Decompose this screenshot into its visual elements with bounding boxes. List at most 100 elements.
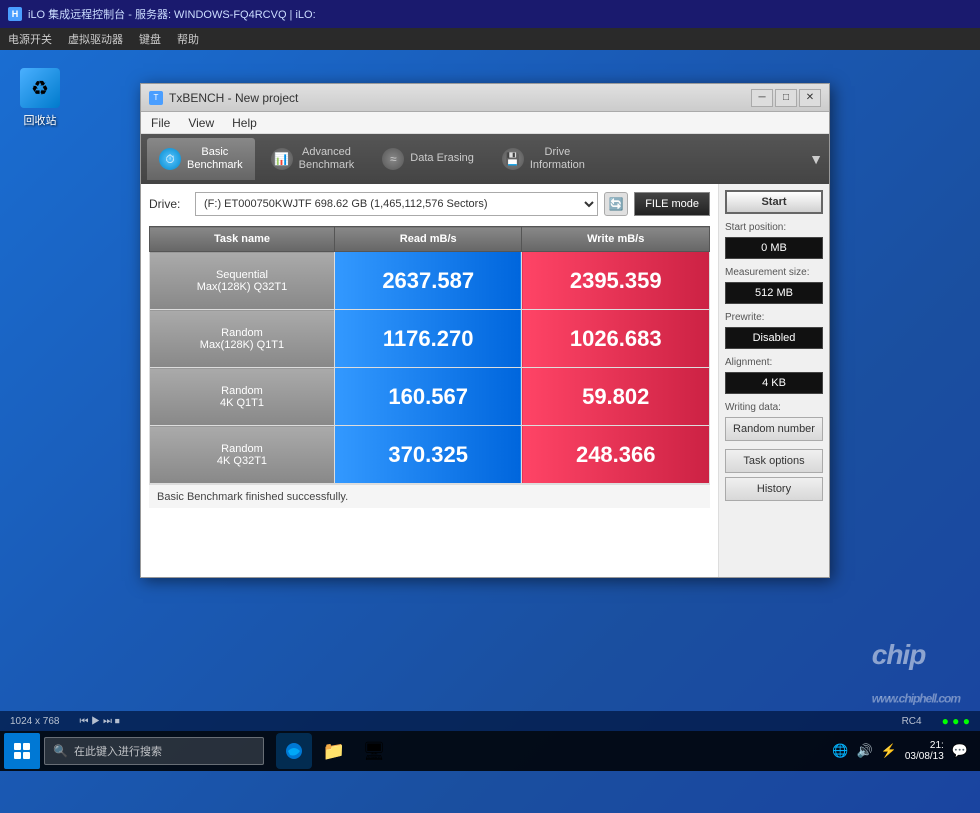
history-button[interactable]: History: [725, 477, 823, 501]
toolbar-arrow[interactable]: ▼: [809, 151, 823, 167]
alignment-label: Alignment:: [725, 357, 823, 368]
menu-view[interactable]: View: [184, 114, 218, 132]
app-window: T TxBENCH - New project ─ □ ✕ File View …: [140, 83, 830, 578]
table-row: Random4K Q32T1 370.325 248.366: [150, 426, 710, 484]
app-icon: T: [149, 91, 163, 105]
recycle-bin[interactable]: ♻ 回收站: [20, 68, 60, 128]
search-placeholder: 在此键入进行搜索: [74, 743, 162, 759]
tab-basic-benchmark[interactable]: ⏱ Basic Benchmark: [147, 138, 255, 180]
menu-vdrive[interactable]: 虚拟驱动器: [68, 31, 123, 47]
search-icon: 🔍: [53, 744, 68, 758]
tab-advanced-benchmark[interactable]: 📊 Advanced Benchmark: [259, 138, 367, 180]
close-button[interactable]: ✕: [799, 89, 821, 107]
menu-help[interactable]: 帮助: [177, 31, 199, 47]
benchmark-table: Task name Read mB/s Write mB/s Sequentia…: [149, 226, 710, 484]
basic-benchmark-icon: ⏱: [159, 148, 181, 170]
write-rand-4k-q32: 248.366: [522, 426, 710, 484]
main-content: Drive: (F:) ET000750KWJTF 698.62 GB (1,4…: [141, 184, 829, 577]
window-controls: ─ □ ✕: [751, 89, 821, 107]
bottom-status-bar: 1024 x 768 ⏮ ▶ ⏭ ⏹ RC4 ● ● ●: [0, 711, 980, 731]
menu-power[interactable]: 电源开关: [8, 31, 52, 47]
taskbar-right: 🌐 🔊 ⚡ 21: 03/08/13 💬: [832, 740, 976, 762]
read-seq-max: 2637.587: [334, 252, 522, 310]
drive-label: Drive:: [149, 197, 189, 211]
status-bar: Basic Benchmark finished successfully.: [149, 484, 710, 508]
minimize-button[interactable]: ─: [751, 89, 773, 107]
taskbar-search[interactable]: 🔍 在此键入进行搜索: [44, 737, 264, 765]
status-text: Basic Benchmark finished successfully.: [157, 491, 348, 503]
prewrite-value: Disabled: [725, 327, 823, 349]
file-mode-button[interactable]: FILE mode: [634, 192, 710, 216]
table-row: RandomMax(128K) Q1T1 1176.270 1026.683: [150, 310, 710, 368]
tab-data-erasing[interactable]: ≈ Data Erasing: [370, 138, 486, 180]
start-menu-button[interactable]: [4, 733, 40, 769]
col-write-header: Write mB/s: [522, 227, 710, 252]
left-panel: Drive: (F:) ET000750KWJTF 698.62 GB (1,4…: [141, 184, 719, 577]
tab-advanced-label: Advanced Benchmark: [299, 146, 355, 172]
writing-data-button[interactable]: Random number: [725, 417, 823, 441]
advanced-benchmark-icon: 📊: [271, 148, 293, 170]
ilo-title: iLO 集成远程控制台 - 服务器: WINDOWS-FQ4RCVQ | iLO…: [28, 6, 316, 22]
file-explorer-icon[interactable]: 🖥: [356, 733, 392, 769]
start-position-value: 0 MB: [725, 237, 823, 259]
folder-icon[interactable]: 📁: [316, 733, 352, 769]
task-rand-128k: RandomMax(128K) Q1T1: [150, 310, 335, 368]
write-rand-128k: 1026.683: [522, 310, 710, 368]
start-position-label: Start position:: [725, 222, 823, 233]
drive-row: Drive: (F:) ET000750KWJTF 698.62 GB (1,4…: [149, 192, 710, 216]
col-task-header: Task name: [150, 227, 335, 252]
tab-erasing-label: Data Erasing: [410, 152, 474, 165]
task-seq-max: SequentialMax(128K) Q32T1: [150, 252, 335, 310]
alignment-value: 4 KB: [725, 372, 823, 394]
ilo-icon: H: [8, 7, 22, 21]
desktop: 电源开关 虚拟驱动器 键盘 帮助 ♻ 回收站 T TxBENCH - New p…: [0, 28, 980, 771]
read-rand-4k-q32: 370.325: [334, 426, 522, 484]
resolution-text: 1024 x 768: [10, 716, 60, 727]
table-row: Random4K Q1T1 160.567 59.802: [150, 368, 710, 426]
writing-data-label: Writing data:: [725, 402, 823, 413]
toolbar: ⏱ Basic Benchmark 📊 Advanced Benchmark ≈…: [141, 134, 829, 184]
maximize-button[interactable]: □: [775, 89, 797, 107]
notification-icon[interactable]: 💬: [952, 743, 968, 759]
drive-select[interactable]: (F:) ET000750KWJTF 698.62 GB (1,465,112,…: [195, 192, 598, 216]
col-read-header: Read mB/s: [334, 227, 522, 252]
right-panel: Start Start position: 0 MB Measurement s…: [719, 184, 829, 577]
window-titlebar: T TxBENCH - New project ─ □ ✕: [141, 84, 829, 112]
tab-drive-information[interactable]: 💾 Drive Information: [490, 138, 597, 180]
windows-logo-icon: [14, 743, 30, 759]
media-controls: ⏮ ▶ ⏭ ⏹: [80, 716, 120, 727]
taskbar-apps: 📁 🖥: [276, 733, 392, 769]
clock: 21: 03/08/13: [905, 740, 944, 762]
write-rand-4k-q1: 59.802: [522, 368, 710, 426]
refresh-button[interactable]: 🔄: [604, 192, 628, 216]
task-options-button[interactable]: Task options: [725, 449, 823, 473]
measurement-size-value: 512 MB: [725, 282, 823, 304]
recycle-bin-label: 回收站: [24, 112, 57, 128]
prewrite-label: Prewrite:: [725, 312, 823, 323]
windows-taskbar: 🔍 在此键入进行搜索 📁 🖥 🌐 🔊 ⚡ 21:: [0, 731, 980, 771]
table-row: SequentialMax(128K) Q32T1 2637.587 2395.…: [150, 252, 710, 310]
menu-bar: File View Help: [141, 112, 829, 134]
rc4-badge: RC4: [902, 716, 922, 727]
edge-logo: [284, 741, 304, 761]
task-rand-4k-q32: Random4K Q32T1: [150, 426, 335, 484]
recycle-bin-icon: ♻: [20, 68, 60, 108]
ilo-menu-bar: 电源开关 虚拟驱动器 键盘 帮助: [0, 28, 980, 50]
battery-icon: ⚡: [881, 743, 897, 759]
read-rand-4k-q1: 160.567: [334, 368, 522, 426]
status-dots: ● ● ●: [942, 714, 970, 728]
network-icon[interactable]: 🌐: [832, 743, 848, 759]
volume-icon[interactable]: 🔊: [857, 743, 873, 759]
menu-keyboard[interactable]: 键盘: [139, 31, 161, 47]
tab-drive-label: Drive Information: [530, 146, 585, 172]
edge-icon[interactable]: [276, 733, 312, 769]
read-rand-128k: 1176.270: [334, 310, 522, 368]
ilo-topbar: H iLO 集成远程控制台 - 服务器: WINDOWS-FQ4RCVQ | i…: [0, 0, 980, 28]
drive-info-icon: 💾: [502, 148, 524, 170]
date-display: 03/08/13: [905, 751, 944, 762]
measurement-size-label: Measurement size:: [725, 267, 823, 278]
start-button[interactable]: Start: [725, 190, 823, 214]
menu-file[interactable]: File: [147, 114, 174, 132]
window-title: TxBENCH - New project: [169, 91, 751, 105]
menu-help[interactable]: Help: [228, 114, 261, 132]
